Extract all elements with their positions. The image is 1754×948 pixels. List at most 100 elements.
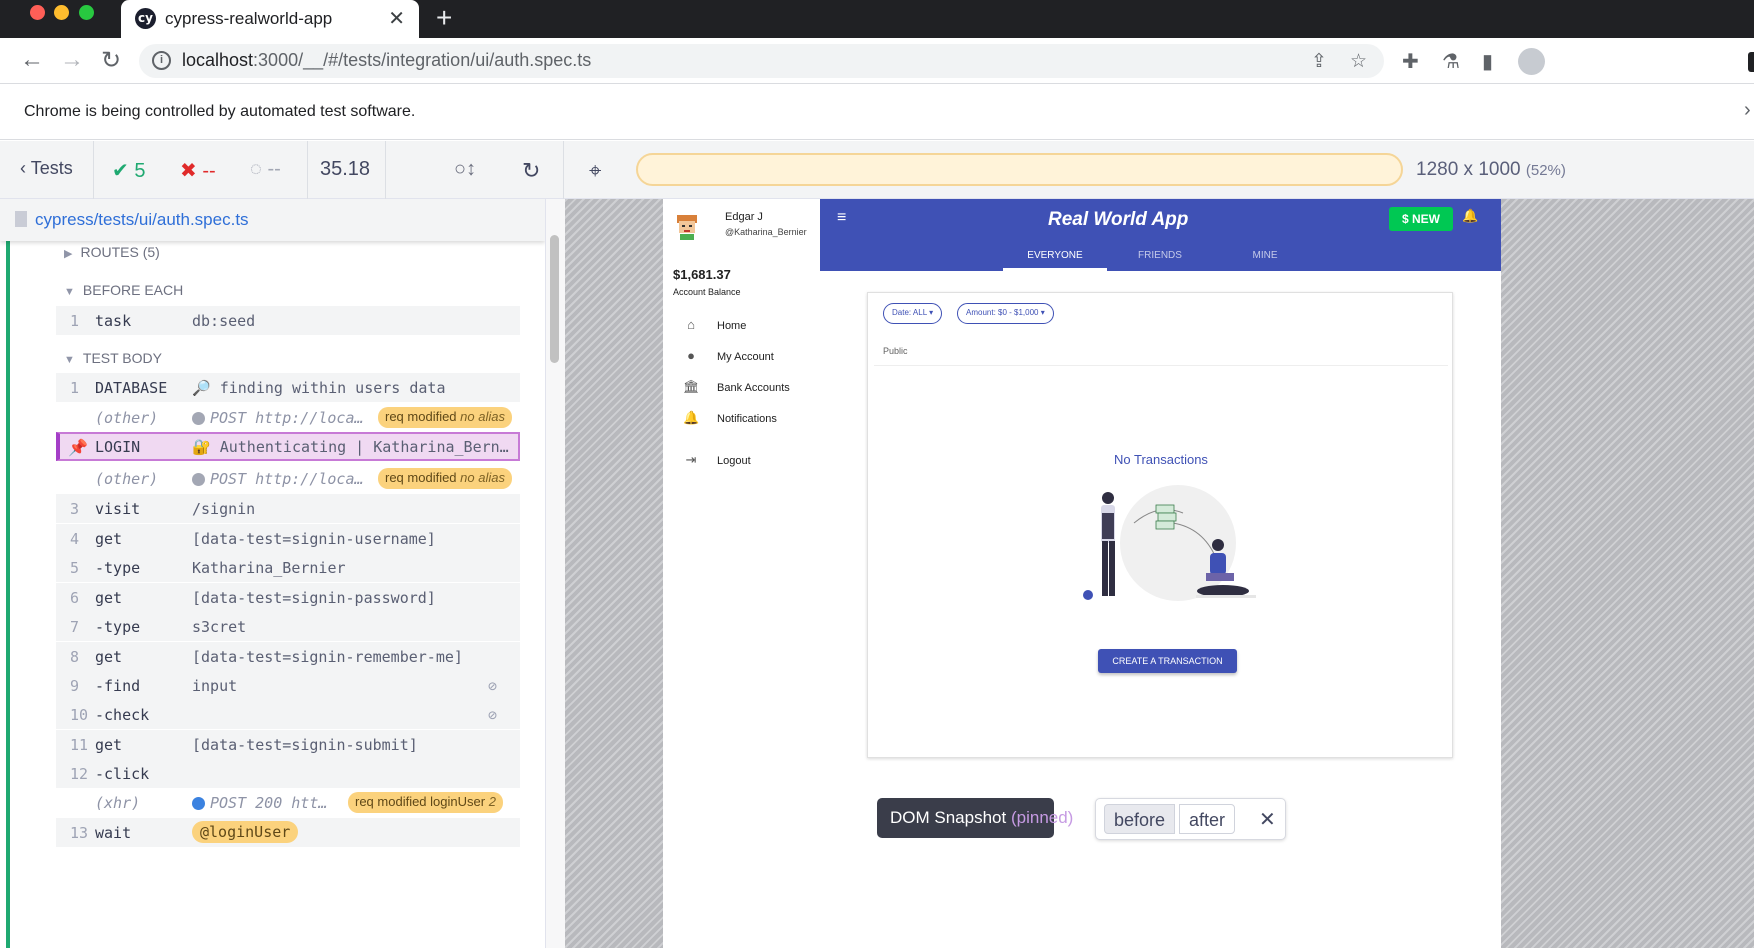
- infobar-message: Chrome is being controlled by automated …: [24, 103, 416, 120]
- before-each-toggle[interactable]: ▼ BEFORE EACH: [64, 282, 183, 298]
- share-icon[interactable]: ⇪: [1311, 50, 1327, 73]
- reload-icon[interactable]: ↻: [101, 46, 121, 75]
- command-row[interactable]: 1 DATABASE 🔎 finding within users data: [56, 373, 520, 402]
- new-transaction-button[interactable]: $ NEW: [1389, 207, 1453, 231]
- user-avatar: [677, 215, 697, 240]
- close-snapshot-icon[interactable]: ✕: [1259, 807, 1276, 832]
- minimize-window-button[interactable]: [54, 5, 69, 20]
- snapshot-after-button[interactable]: after: [1179, 804, 1236, 834]
- command-message: 🔐 Authenticating | Katharina_Bern…: [192, 438, 509, 456]
- command-row[interactable]: (other) POST http://loca… req modified n…: [56, 403, 520, 432]
- maximize-window-button[interactable]: [79, 5, 94, 20]
- command-group[interactable]: 6 get [data-test=signin-password] 7 -typ…: [56, 583, 520, 641]
- tab-close-icon[interactable]: ✕: [388, 6, 405, 31]
- dropdown-caret-icon: ▾: [1040, 308, 1045, 317]
- command-name: (other): [95, 470, 159, 488]
- spec-path-link[interactable]: cypress/tests/ui/auth.spec.ts: [35, 210, 249, 230]
- command-row[interactable]: 1 task db:seed: [56, 306, 520, 335]
- command-row-pinned[interactable]: 📌 LOGIN 🔐 Authenticating | Katharina_Ber…: [56, 432, 520, 461]
- x-mark-icon: ✖: [180, 160, 197, 182]
- amount-filter-chip[interactable]: Amount: $0 - $1,000 ▾: [957, 303, 1054, 324]
- side-panel-icon[interactable]: ▮: [1482, 49, 1493, 74]
- site-info-icon[interactable]: i: [152, 51, 171, 70]
- tests-back-label: ‹ Tests: [20, 158, 73, 178]
- command-number: 6: [70, 589, 80, 607]
- aut-url-input[interactable]: [636, 153, 1403, 186]
- bank-icon: 🏛: [683, 379, 700, 394]
- command-group[interactable]: 8 get [data-test=signin-remember-me] 9 -…: [56, 642, 520, 729]
- rerun-icon[interactable]: ↻: [522, 158, 540, 184]
- empty-state-illustration: [1083, 485, 1256, 601]
- command-row[interactable]: (other) POST http://loca… req modified n…: [56, 464, 520, 493]
- back-arrow-icon[interactable]: ←: [20, 46, 44, 74]
- infobar-close-icon[interactable]: ›: [1744, 99, 1751, 122]
- nav-bank-accounts[interactable]: 🏛 Bank Accounts: [683, 379, 790, 395]
- auto-scroll-icon[interactable]: ○↕: [454, 158, 476, 181]
- extensions-puzzle-icon[interactable]: ✚: [1402, 49, 1419, 74]
- command-row[interactable]: 3 visit /signin: [56, 494, 520, 523]
- pending-circle-icon: ◌: [250, 158, 262, 180]
- profile-avatar-icon[interactable]: [1518, 48, 1545, 75]
- labs-flask-icon[interactable]: ⚗: [1442, 49, 1460, 74]
- test-status-bar: [6, 241, 10, 948]
- notifications-bell-icon[interactable]: 🔔: [1462, 208, 1478, 224]
- command-message: POST 200 htt…: [192, 794, 327, 812]
- command-group[interactable]: 11 get [data-test=signin-submit] 12 -cli…: [56, 730, 520, 788]
- address-bar[interactable]: i localhost:3000/__/#/tests/integration/…: [139, 44, 1384, 78]
- close-window-button[interactable]: [30, 5, 45, 20]
- runner-controls: ○↕ ↻: [386, 141, 564, 199]
- browser-tab[interactable]: cy cypress-realworld-app ✕: [121, 0, 419, 38]
- command-name: -find: [95, 677, 141, 695]
- command-message: [data-test=signin-submit]: [192, 736, 418, 754]
- tab-mine[interactable]: MINE: [1213, 250, 1317, 261]
- test-body-toggle[interactable]: ▼ TEST BODY: [64, 350, 162, 366]
- nav-notifications[interactable]: 🔔 Notifications: [683, 410, 777, 426]
- command-name: get: [95, 736, 123, 754]
- pin-icon[interactable]: 📌: [68, 438, 88, 457]
- tab-friends[interactable]: FRIENDS: [1108, 250, 1212, 261]
- new-tab-icon[interactable]: +: [436, 2, 452, 34]
- create-transaction-button[interactable]: CREATE A TRANSACTION: [1098, 649, 1237, 673]
- nav-logout[interactable]: ⇥ Logout: [683, 452, 751, 468]
- snapshot-controls: before after ✕: [1095, 798, 1286, 840]
- command-name: LOGIN: [95, 438, 141, 456]
- command-name: DATABASE: [95, 379, 168, 397]
- person-icon: ●: [687, 348, 695, 363]
- command-group[interactable]: 4 get [data-test=signin-username] 5 -typ…: [56, 524, 520, 582]
- tests-button[interactable]: ‹ Tests: [0, 141, 94, 199]
- home-icon: ⌂: [687, 317, 695, 332]
- hamburger-menu-icon[interactable]: ≡: [837, 209, 846, 227]
- menu-icon[interactable]: [1748, 52, 1754, 72]
- nav-home[interactable]: ⌂ Home: [683, 317, 746, 332]
- transaction-feed: Date: ALL ▾ Amount: $0 - $1,000 ▾ Public…: [867, 292, 1453, 758]
- caret-down-icon: ▼: [64, 286, 75, 298]
- eye-slash-icon: ⊘: [488, 706, 498, 724]
- list-label: Public: [883, 346, 908, 356]
- viewport-size: 1280 x 1000 (52%): [1416, 159, 1566, 180]
- nav-my-account[interactable]: ● My Account: [683, 348, 774, 363]
- snapshot-before-button[interactable]: before: [1104, 804, 1176, 834]
- req-modified-badge: req modified no alias: [378, 407, 512, 428]
- command-message: input: [192, 677, 238, 695]
- command-message: POST http://loca…: [192, 470, 364, 488]
- command-log: cypress/tests/ui/auth.spec.ts ▶ ROUTES (5…: [0, 199, 565, 948]
- duration: 35.18: [308, 141, 386, 199]
- command-number: 13: [70, 824, 89, 842]
- bookmark-star-icon[interactable]: ☆: [1350, 50, 1367, 73]
- checkmark-icon: ✔: [112, 160, 129, 182]
- tab-everyone[interactable]: EVERYONE: [1003, 250, 1107, 261]
- bell-icon: 🔔: [683, 410, 700, 425]
- user-handle: @Katharina_Bernier: [725, 227, 807, 237]
- command-name: (xhr): [95, 794, 141, 812]
- command-row[interactable]: (xhr) POST 200 htt… req modified loginUs…: [56, 788, 520, 817]
- command-number: 10: [70, 706, 89, 724]
- forward-arrow-icon[interactable]: →: [60, 46, 84, 74]
- reporter-scrollbar[interactable]: [550, 235, 559, 363]
- automation-infobar: Chrome is being controlled by automated …: [0, 85, 1754, 140]
- date-filter-chip[interactable]: Date: ALL ▾: [883, 303, 943, 324]
- app-under-test: Edgar J @Katharina_Bernier $1,681.37 Acc…: [663, 199, 1501, 948]
- command-message: db:seed: [192, 312, 256, 330]
- command-row[interactable]: 13 wait @loginUser: [56, 818, 520, 847]
- selector-playground-crosshair-icon[interactable]: ⌖: [589, 158, 601, 184]
- routes-toggle[interactable]: ▶ ROUTES (5): [64, 244, 160, 260]
